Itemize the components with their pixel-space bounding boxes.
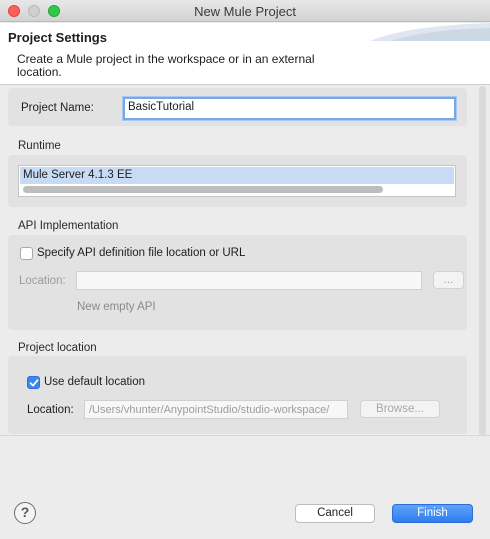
specify-api-checkbox-label[interactable]: Specify API definition file location or … (37, 247, 245, 259)
project-location-group (8, 356, 467, 434)
content-vertical-scrollbar[interactable] (479, 86, 486, 436)
page-title: Project Settings (8, 30, 107, 45)
finish-button[interactable]: Finish (392, 504, 473, 523)
title-bar: New Mule Project (0, 0, 490, 22)
page-description: Create a Mule project in the workspace o… (17, 52, 315, 79)
window-title: New Mule Project (194, 4, 296, 19)
checkmark-icon (29, 379, 39, 387)
api-location-label: Location: (19, 275, 66, 287)
runtime-list-item-selected[interactable]: Mule Server 4.1.3 EE (20, 167, 454, 184)
wizard-header: Project Settings Create a Mule project i… (0, 23, 490, 85)
project-name-label: Project Name: (21, 102, 94, 114)
use-default-location-checkbox[interactable] (27, 376, 40, 389)
project-location-label: Location: (27, 404, 74, 416)
api-hint-text: New empty API (77, 301, 156, 313)
runtime-list-scroll-thumb[interactable] (23, 186, 383, 193)
specify-api-checkbox[interactable] (20, 247, 33, 260)
runtime-list-scrollbar[interactable] (21, 185, 453, 194)
project-location-input[interactable]: /Users/vhunter/AnypointStudio/studio-wor… (84, 400, 348, 419)
use-default-location-label[interactable]: Use default location (44, 376, 145, 388)
api-location-input[interactable] (76, 271, 422, 290)
runtime-section-label: Runtime (18, 140, 61, 152)
project-location-browse-button[interactable]: Browse... (360, 400, 440, 418)
cancel-button[interactable]: Cancel (295, 504, 375, 523)
runtime-list-item-label: Mule Server 4.1.3 EE (23, 169, 133, 181)
project-name-input[interactable]: BasicTutorial (123, 97, 456, 120)
help-icon[interactable]: ? (14, 502, 36, 524)
footer-divider (0, 435, 490, 436)
header-banner-graphic (370, 23, 490, 41)
api-section-label: API Implementation (18, 220, 119, 232)
new-mule-project-dialog: New Mule Project Project Settings Create… (0, 0, 490, 539)
runtime-list[interactable]: Mule Server 4.1.3 EE (18, 165, 456, 197)
api-browse-button[interactable]: ... (433, 271, 464, 289)
project-location-section-label: Project location (18, 342, 97, 354)
